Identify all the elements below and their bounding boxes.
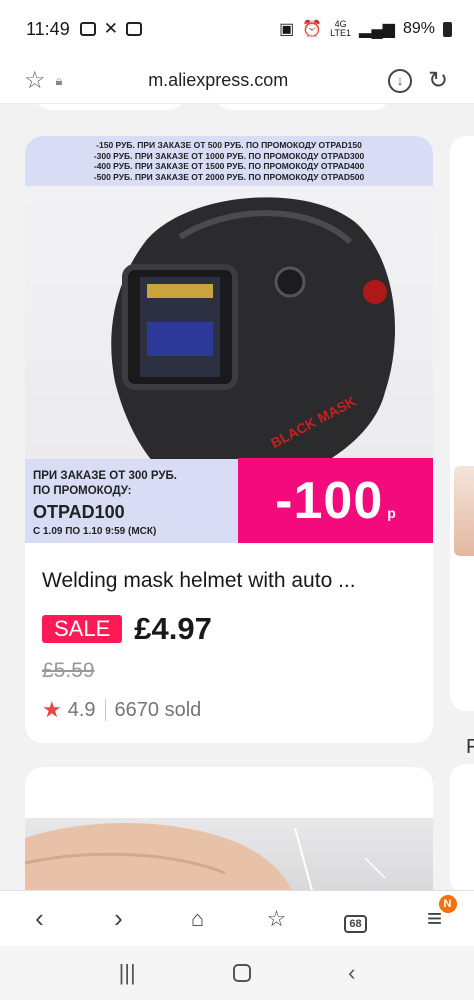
home-icon[interactable]: ⌂ (178, 906, 218, 932)
system-back-icon[interactable]: ‹ (348, 960, 355, 986)
url-text[interactable]: m.aliexpress.com (62, 70, 374, 91)
next-product-card-2[interactable] (450, 764, 474, 890)
carrier-label: 4G LTE1 (330, 19, 352, 38)
product-title[interactable]: Welding mask helmet with auto ... (25, 543, 433, 593)
product-price: £4.97 (134, 611, 212, 646)
status-bar: 11:49 ✕ ▣ ⏰ 4G LTE1 ▂▄▆ 89% (0, 0, 474, 58)
promo-condition: ПРИ ЗАКАЗЕ ОТ 300 РУБ. (33, 470, 177, 482)
recent-apps-icon[interactable]: ||| (119, 960, 136, 986)
promo-line: -500 РУБ. ПРИ ЗАКАЗЕ ОТ 2000 РУБ. ПО ПРО… (93, 171, 365, 182)
product-image[interactable] (25, 818, 433, 890)
product-card[interactable] (25, 767, 433, 890)
gallery-icon (125, 22, 142, 36)
star-icon: ★ (42, 697, 62, 722)
divider (104, 699, 106, 721)
product-image[interactable]: -150 РУБ. ПРИ ЗАКАЗЕ ОТ 500 РУБ. ПО ПРОМ… (25, 136, 433, 543)
battery-level: 89% (402, 20, 435, 37)
lock-icon: 🔒︎ (55, 72, 63, 88)
rating-value: 4.9 (67, 698, 96, 721)
download-icon[interactable]: ↓ (388, 68, 412, 93)
status-notification-icons: ✕ (79, 19, 142, 39)
next-product-title: F (466, 736, 474, 758)
notification-badge: N (438, 895, 457, 913)
promo-line: -400 РУБ. ПРИ ЗАКАЗЕ ОТ 1500 РУБ. ПО ПРО… (93, 161, 365, 171)
sold-count: 6670 sold (114, 698, 202, 721)
discount-currency: р (387, 504, 396, 521)
status-time: 11:49 (26, 18, 70, 39)
browser-url-bar: ☆ 🔒︎ m.aliexpress.com ↓ ↻ (0, 58, 474, 104)
tabs-count: 68 (344, 915, 367, 933)
system-nav-bar: ||| ‹ (0, 946, 474, 1000)
forward-button[interactable]: › (99, 903, 139, 934)
reload-icon[interactable]: ↻ (426, 67, 450, 94)
tabs-button[interactable]: 68 (336, 903, 376, 934)
welding-helmet-image: BLACK MASK (111, 197, 395, 492)
promo-dates: С 1.09 ПО 1.10 9:59 (МСК) (33, 526, 157, 537)
menu-button[interactable]: ≡ N (415, 895, 457, 934)
price-row: SALE £4.97 (25, 593, 433, 647)
alarm-icon: ⏰ (302, 21, 323, 38)
original-price: £5.59 (42, 659, 95, 682)
lock-icon: ▣ (279, 21, 295, 38)
battery-icon (443, 21, 452, 37)
previous-card-edge (215, 104, 390, 110)
notification-icon (79, 22, 96, 36)
rating-row: ★ 4.9 6670 sold (25, 683, 433, 743)
hand-photo (25, 823, 386, 890)
promo-banner-lines: -150 РУБ. ПРИ ЗАКАЗЕ ОТ 500 РУБ. ПО ПРОМ… (25, 136, 433, 186)
status-system-icons: ▣ ⏰ 4G LTE1 ▂▄▆ 89% (279, 19, 452, 39)
product-card[interactable]: -150 РУБ. ПРИ ЗАКАЗЕ ОТ 500 РУБ. ПО ПРОМ… (25, 136, 433, 743)
discount-value: -100 (275, 471, 384, 530)
promo-code: OTPAD100 (33, 502, 125, 522)
home-circle-icon[interactable] (232, 964, 251, 982)
page-content[interactable]: F -150 РУБ. ПРИ ЗАКАЗЕ ОТ 500 РУБ. ПО ПР… (0, 104, 474, 890)
missed-call-icon: ✕ (103, 19, 118, 38)
sale-badge: SALE (42, 615, 123, 643)
bookmarks-star-icon[interactable]: ☆ (257, 906, 297, 932)
previous-card-edge (35, 104, 185, 110)
back-button[interactable]: ‹ (20, 903, 60, 934)
promo-condition: ПО ПРОМОКОДУ: (33, 485, 132, 497)
promo-line: -300 РУБ. ПРИ ЗАКАЗЕ ОТ 1000 РУБ. ПО ПРО… (93, 150, 365, 161)
next-product-image (454, 466, 474, 556)
bookmark-star-icon[interactable]: ☆ (24, 66, 46, 95)
discount-badge: -100 р (238, 458, 433, 543)
browser-bottom-nav: ‹ › ⌂ ☆ 68 ≡ N (0, 890, 474, 946)
promo-line: -150 РУБ. ПРИ ЗАКАЗЕ ОТ 500 РУБ. ПО ПРОМ… (96, 140, 362, 150)
next-product-card[interactable]: F (450, 136, 474, 758)
signal-icon: ▂▄▆ (359, 21, 395, 38)
